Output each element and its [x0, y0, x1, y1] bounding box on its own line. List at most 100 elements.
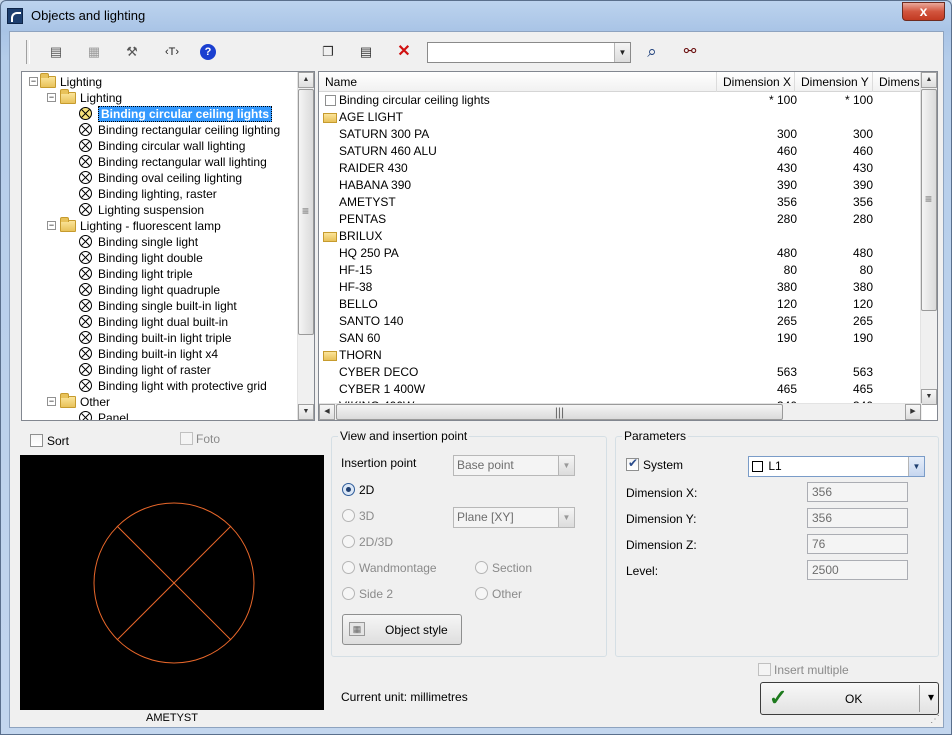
layer-select[interactable]: L1 ▼	[748, 456, 925, 477]
table-row[interactable]: SANTO 140 265 265	[319, 313, 922, 330]
table-row[interactable]: AMETYST 356 356	[319, 194, 922, 211]
dimension-z-field[interactable]: 76	[807, 534, 908, 554]
radio-2d3d[interactable]	[342, 535, 355, 548]
tree-item[interactable]: Panel	[22, 410, 299, 420]
resize-grip-icon[interactable]: ⋰	[930, 714, 942, 726]
table-row[interactable]: SATURN 300 PA 300 300	[319, 126, 922, 143]
tree-item[interactable]: Binding light quadruple	[22, 282, 299, 298]
collapse-icon[interactable]: −	[47, 93, 56, 102]
table-row[interactable]: SATURN 460 ALU 460 460	[319, 143, 922, 160]
tree-item[interactable]: Binding rectangular ceiling lighting	[22, 122, 299, 138]
scroll-left-icon[interactable]: ◀	[319, 404, 335, 420]
collapse-icon[interactable]: −	[47, 397, 56, 406]
tree-item[interactable]: Lighting suspension	[22, 202, 299, 218]
dimension-x-field[interactable]: 356	[807, 482, 908, 502]
category-tree[interactable]: − Lighting − Lighting Binding circular ceili…	[21, 71, 315, 421]
column-header-dimension-y[interactable]: Dimension Y	[795, 72, 873, 92]
dimension-y-field[interactable]: 356	[807, 508, 908, 528]
scroll-up-icon[interactable]: ▲	[298, 72, 314, 88]
ok-button[interactable]: ✓ OK ▾	[760, 682, 939, 715]
tree-item[interactable]: Binding oval ceiling lighting	[22, 170, 299, 186]
table-row[interactable]: CYBER 1 400W 465 465	[319, 381, 922, 398]
list-group-row[interactable]: BRILUX	[319, 228, 922, 245]
scroll-up-icon[interactable]: ▲	[921, 72, 937, 88]
column-header-name[interactable]: Name	[319, 72, 717, 92]
radio-side-2[interactable]	[342, 587, 355, 600]
scroll-down-icon[interactable]: ▼	[298, 404, 314, 420]
binoculars-icon[interactable]: ⚯	[679, 41, 701, 63]
collapse-icon[interactable]: −	[29, 77, 38, 86]
foto-checkbox[interactable]	[180, 432, 193, 445]
list-group-row[interactable]: AGE LIGHT	[319, 109, 922, 126]
list-horizontal-scrollbar[interactable]: ◀ ||| ▶	[319, 403, 922, 420]
tree-item[interactable]: Binding circular ceiling lights	[22, 106, 299, 122]
chevron-down-icon[interactable]: ▼	[558, 456, 574, 475]
list-hscroll-thumb[interactable]: |||	[336, 404, 783, 420]
list-vertical-scrollbar[interactable]: ▲ ▼	[920, 72, 937, 405]
chevron-down-icon[interactable]: ▼	[558, 508, 574, 527]
tree-scroll-thumb[interactable]	[298, 89, 314, 335]
object-style-button[interactable]: ▦ Object style	[342, 614, 462, 645]
scroll-down-icon[interactable]: ▼	[921, 389, 937, 405]
system-checkbox[interactable]	[626, 456, 639, 471]
close-button[interactable]: x	[902, 2, 945, 21]
tree-item[interactable]: Binding light of raster	[22, 362, 299, 378]
table-row[interactable]: RAIDER 430 430 430	[319, 160, 922, 177]
radio-section[interactable]	[475, 561, 488, 574]
search-combo[interactable]: ▼	[427, 42, 631, 63]
list-icon[interactable]: ▦	[83, 41, 105, 63]
tree-folder[interactable]: − Other	[22, 393, 299, 410]
radio-wandmontage[interactable]	[342, 561, 355, 574]
table-row[interactable]: SAN 60 190 190	[319, 330, 922, 347]
tree-item[interactable]: Binding light dual built-in	[22, 314, 299, 330]
insertion-point-select[interactable]: Base point ▼	[453, 455, 575, 476]
scroll-right-icon[interactable]: ▶	[905, 404, 921, 420]
list-group-row[interactable]: THORN	[319, 347, 922, 364]
delete-icon[interactable]: ✕	[393, 41, 415, 63]
tree-folder[interactable]: − Lighting - fluorescent lamp	[22, 217, 299, 234]
sort-checkbox[interactable]	[30, 434, 43, 447]
help-icon[interactable]: ?	[200, 44, 216, 60]
table-row[interactable]: PENTAS 280 280	[319, 211, 922, 228]
radio-other[interactable]	[475, 587, 488, 600]
row-checkbox[interactable]	[325, 95, 336, 106]
chevron-down-icon[interactable]: ▼	[908, 457, 924, 476]
tree-item[interactable]: Binding rectangular wall lighting	[22, 154, 299, 170]
tree-item[interactable]: Binding light triple	[22, 266, 299, 282]
table-row[interactable]: HQ 250 PA 480 480	[319, 245, 922, 262]
tree-item[interactable]: Binding built-in light triple	[22, 330, 299, 346]
tree-folder[interactable]: − Lighting	[22, 89, 299, 106]
tree-item[interactable]: Binding light with protective grid	[22, 378, 299, 394]
tree-item[interactable]: Binding lighting, raster	[22, 186, 299, 202]
copy-icon[interactable]: ❐	[317, 41, 339, 63]
tree-item[interactable]: Binding light double	[22, 250, 299, 266]
tools-icon[interactable]: ⚒	[121, 41, 143, 63]
column-header-dimension-x[interactable]: Dimension X	[717, 72, 795, 92]
chevron-down-icon[interactable]: ▼	[614, 43, 630, 62]
insert-multiple-checkbox[interactable]	[758, 663, 771, 676]
table-row[interactable]: HF-38 380 380	[319, 279, 922, 296]
table-row[interactable]: HABANA 390 390 390	[319, 177, 922, 194]
properties-icon[interactable]: ▤	[45, 41, 67, 63]
table-icon[interactable]: ▤	[355, 41, 377, 63]
tree-vertical-scrollbar[interactable]: ▲ ▼	[297, 72, 314, 420]
radio-3d[interactable]	[342, 509, 355, 522]
ok-dropdown-icon[interactable]: ▾	[928, 690, 934, 704]
level-field[interactable]: 2500	[807, 560, 908, 580]
tree-item[interactable]: Binding built-in light x4	[22, 346, 299, 362]
radio-2d[interactable]	[342, 483, 355, 496]
column-header-dimension-z[interactable]: Dimens	[873, 72, 922, 92]
tree-item[interactable]: Binding single built-in light	[22, 298, 299, 314]
table-row[interactable]: CYBER DECO 563 563	[319, 364, 922, 381]
text-tag-icon[interactable]: ‹T›	[159, 41, 185, 63]
search-icon[interactable]: ⌕	[641, 41, 663, 63]
collapse-icon[interactable]: −	[47, 221, 56, 230]
tree-item[interactable]: Binding single light	[22, 234, 299, 250]
tree-folder[interactable]: − Lighting	[22, 73, 299, 90]
table-row[interactable]: HF-15 80 80	[319, 262, 922, 279]
table-row[interactable]: BELLO 120 120	[319, 296, 922, 313]
plane-select[interactable]: Plane [XY] ▼	[453, 507, 575, 528]
toolbar-grip[interactable]	[26, 40, 30, 64]
objects-list[interactable]: Name Dimension X Dimension Y Dimens Bind…	[318, 71, 938, 421]
tree-item[interactable]: Binding circular wall lighting	[22, 138, 299, 154]
